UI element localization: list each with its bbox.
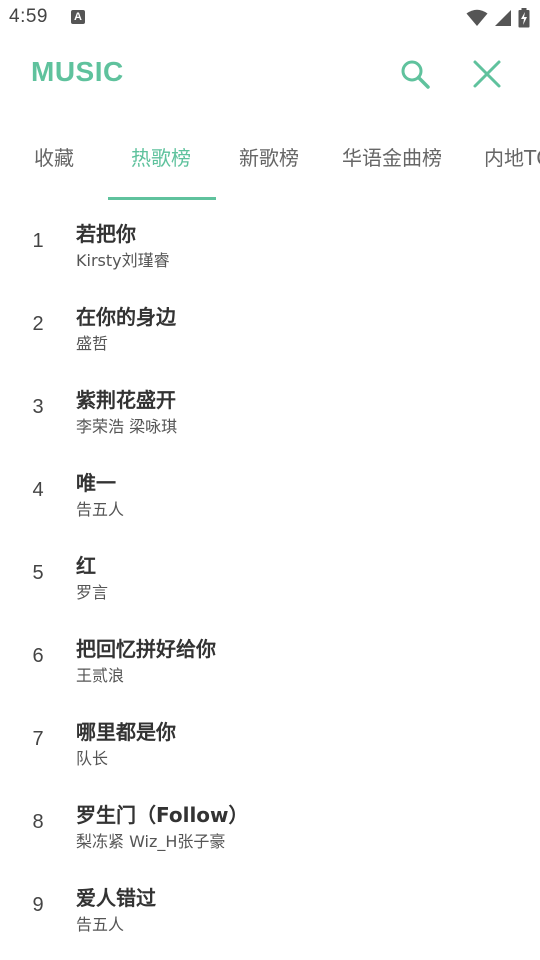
close-button[interactable] bbox=[467, 54, 507, 94]
song-artist: 罗言 bbox=[76, 583, 109, 602]
song-rank: 6 bbox=[32, 645, 44, 667]
song-artist: 李荣浩 梁咏琪 bbox=[76, 417, 178, 436]
song-title: 把回忆拼好给你 bbox=[76, 637, 216, 661]
song-row[interactable]: 5 红 罗言 bbox=[0, 534, 540, 617]
song-row[interactable]: 6 把回忆拼好给你 王贰浪 bbox=[0, 617, 540, 700]
song-rank: 9 bbox=[32, 894, 44, 916]
song-title: 在你的身边 bbox=[76, 305, 176, 329]
battery-charging-icon bbox=[518, 8, 530, 28]
status-icons bbox=[466, 7, 530, 29]
song-list: 1 若把你 Kirsty刘瑾睿 2 在你的身边 盛哲 3 紫荆花盛开 李荣浩 梁… bbox=[0, 202, 540, 949]
song-title: 罗生门（Follow） bbox=[76, 803, 249, 827]
song-row[interactable]: 2 在你的身边 盛哲 bbox=[0, 285, 540, 368]
song-row[interactable]: 1 若把你 Kirsty刘瑾睿 bbox=[0, 202, 540, 285]
close-icon bbox=[473, 60, 501, 88]
song-row[interactable]: 8 罗生门（Follow） 梨冻紧 Wiz_H张子豪 bbox=[0, 783, 540, 866]
tab-new-songs[interactable]: 新歌榜 bbox=[239, 112, 299, 200]
song-title: 唯一 bbox=[76, 471, 116, 495]
song-artist: Kirsty刘瑾睿 bbox=[76, 251, 170, 270]
song-rank: 3 bbox=[32, 396, 44, 418]
tab-bar: 收藏 热歌榜 新歌榜 华语金曲榜 内地TOP bbox=[0, 112, 540, 202]
song-title: 爱人错过 bbox=[76, 886, 156, 910]
tab-favorites[interactable]: 收藏 bbox=[34, 112, 74, 200]
song-title: 紫荆花盛开 bbox=[76, 388, 176, 412]
song-rank: 7 bbox=[32, 728, 44, 750]
song-title: 红 bbox=[76, 554, 96, 578]
a-notification-icon: A bbox=[71, 10, 85, 24]
tab-chinese-classics[interactable]: 华语金曲榜 bbox=[342, 112, 442, 200]
song-artist: 告五人 bbox=[76, 500, 125, 519]
song-row[interactable]: 9 爱人错过 告五人 bbox=[0, 866, 540, 949]
app-bar: MUSIC bbox=[0, 36, 540, 112]
song-artist: 告五人 bbox=[76, 915, 125, 934]
song-rank: 2 bbox=[32, 313, 44, 335]
song-row[interactable]: 3 紫荆花盛开 李荣浩 梁咏琪 bbox=[0, 368, 540, 451]
signal-icon bbox=[495, 10, 511, 26]
song-artist: 梨冻紧 Wiz_H张子豪 bbox=[76, 832, 226, 851]
song-rank: 4 bbox=[32, 479, 44, 501]
search-button[interactable] bbox=[395, 54, 435, 94]
song-artist: 盛哲 bbox=[76, 334, 109, 353]
song-rank: 5 bbox=[32, 562, 44, 584]
status-time: 4:59 bbox=[9, 6, 48, 27]
tab-mainland-top[interactable]: 内地TOP bbox=[484, 112, 540, 200]
song-rank: 8 bbox=[32, 811, 44, 833]
song-title: 若把你 bbox=[76, 222, 136, 246]
wifi-icon bbox=[466, 9, 488, 26]
app-title: MUSIC bbox=[31, 56, 124, 87]
tab-hot-songs[interactable]: 热歌榜 bbox=[131, 112, 191, 200]
song-row[interactable]: 4 唯一 告五人 bbox=[0, 451, 540, 534]
song-row[interactable]: 7 哪里都是你 队长 bbox=[0, 700, 540, 783]
song-rank: 1 bbox=[32, 230, 44, 252]
search-icon bbox=[401, 60, 430, 89]
song-artist: 队长 bbox=[76, 749, 109, 768]
song-title: 哪里都是你 bbox=[76, 720, 176, 744]
song-artist: 王贰浪 bbox=[76, 666, 125, 685]
status-bar: 4:59 A bbox=[0, 0, 540, 36]
tab-indicator bbox=[108, 197, 216, 200]
